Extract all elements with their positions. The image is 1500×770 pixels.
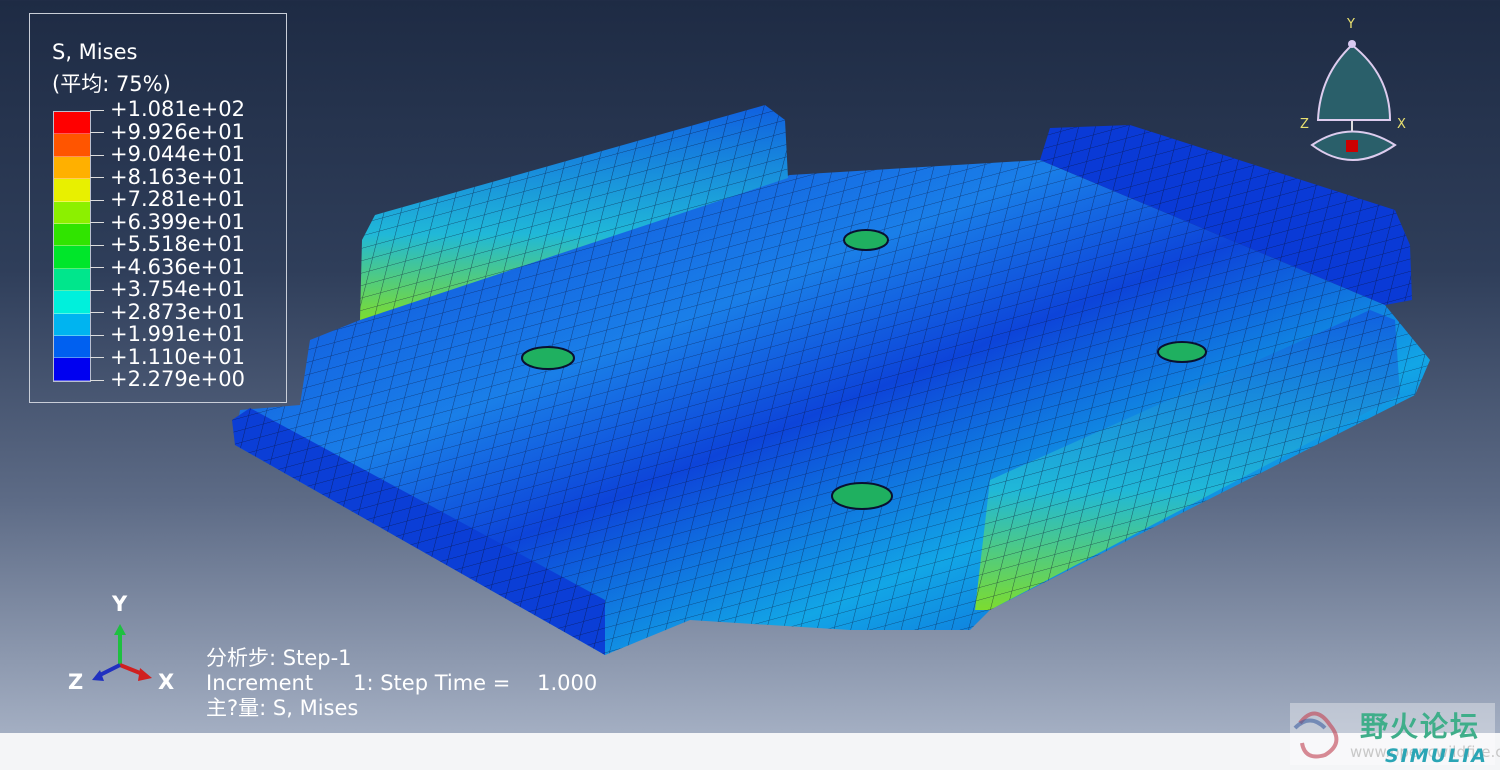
legend-band: [54, 112, 90, 135]
primary-variable: 主?量: S, Mises: [206, 696, 359, 720]
plate-model: [232, 105, 1430, 655]
legend-value: +4.636e+01: [90, 255, 245, 279]
legend-value: +2.279e+00: [90, 368, 245, 391]
watermark: 野火论坛 www.opencwildfire.cn SIMULIA: [1290, 703, 1500, 767]
legend-value: +3.754e+01: [90, 278, 245, 301]
legend-band: [54, 268, 90, 292]
contour-legend: S, Mises (平均: 75%) +1.081e+02 +9.926e+01 +…: [29, 13, 287, 403]
watermark-logo-icon: [1293, 711, 1339, 759]
legend-value: +1.110e+01: [90, 345, 245, 369]
legend-averaging: (平均: 75%): [52, 72, 171, 96]
legend-band: [54, 358, 90, 381]
triad-x-label: X: [158, 670, 175, 694]
legend-band: [54, 335, 90, 359]
legend-band: [54, 313, 90, 336]
legend-value: +9.926e+01: [90, 120, 245, 144]
legend-band: [54, 223, 90, 247]
legend-value: +1.081e+02: [90, 98, 245, 121]
legend-value: +5.518e+01: [90, 233, 245, 256]
legend-band: [54, 246, 90, 269]
legend-band: [54, 291, 90, 314]
legend-band: [54, 201, 90, 224]
step-info: 分析步: Step-1 Increment 1: Step Time = 1.00…: [206, 646, 597, 721]
view-cube-z-label: Z: [1300, 117, 1309, 132]
legend-band: [54, 134, 90, 157]
simulia-logo: SIMULIA: [1385, 745, 1488, 767]
legend-title: S, Mises: [52, 40, 138, 64]
legend-values: +1.081e+02 +9.926e+01 +9.044e+01 +8.163e+01…: [90, 98, 245, 391]
triad-y-label: Y: [112, 592, 128, 616]
legend-band: [54, 179, 90, 202]
step-name: 分析步: Step-1: [206, 646, 352, 670]
axis-triad: [92, 624, 152, 681]
legend-value: +9.044e+01: [90, 143, 245, 166]
legend-value: +2.873e+01: [90, 300, 245, 324]
view-cube-y-label: Y: [1347, 17, 1355, 32]
legend-value: +1.991e+01: [90, 323, 245, 346]
view-cube[interactable]: [1310, 40, 1397, 161]
legend-value: +8.163e+01: [90, 165, 245, 189]
watermark-text: 野火论坛: [1360, 710, 1481, 743]
legend-value: +6.399e+01: [90, 210, 245, 234]
triad-z-label: Z: [68, 670, 84, 694]
increment-info: Increment 1: Step Time = 1.000: [206, 671, 598, 695]
legend-color-bands: [53, 111, 91, 382]
legend-value: +7.281e+01: [90, 188, 245, 211]
legend-band: [54, 156, 90, 180]
view-cube-x-label: X: [1397, 117, 1406, 132]
